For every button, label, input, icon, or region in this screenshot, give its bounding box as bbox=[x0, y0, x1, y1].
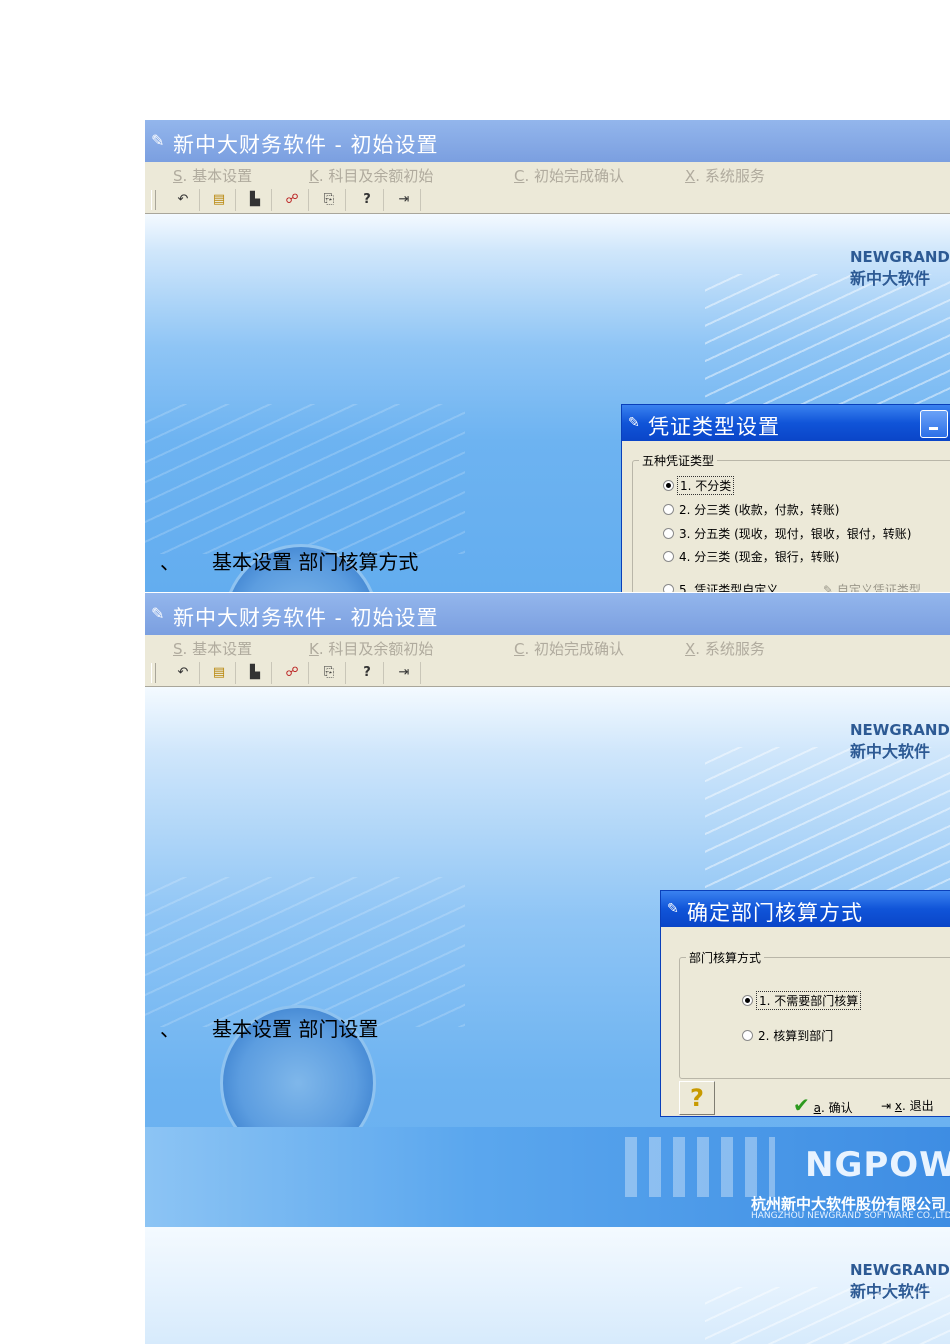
building-icon[interactable]: ▙ bbox=[239, 662, 272, 684]
group-label: 部门核算方式 bbox=[686, 949, 765, 966]
menu-system-service[interactable]: X. 系统服务 bbox=[685, 165, 765, 186]
group-label: 五种凭证类型 bbox=[639, 452, 718, 469]
radio-selected-icon[interactable] bbox=[663, 480, 674, 491]
dialog-title: 凭证类型设置 bbox=[648, 415, 780, 439]
brand-name: NGPOWER bbox=[805, 1145, 950, 1185]
app-icon: ✎ bbox=[151, 604, 165, 623]
exit-icon[interactable]: ⇥ bbox=[388, 189, 421, 211]
voucher-type-group: 五种凭证类型 1. 不分类 2. 分三类 (收款，付款，转账) 3. 分五类 (… bbox=[632, 452, 950, 592]
toolbar: ↶ ▤ ▙ ☍ ⎘ ? ⇥ bbox=[145, 659, 950, 687]
screenshot-1: ✎ 新中大财务软件 - 初始设置 S. 基本设置 K. 科目及余额初始 C. 初… bbox=[145, 120, 950, 592]
copy-icon[interactable]: ▤ bbox=[203, 189, 236, 211]
company-name-en: HANGZHOU NEWGRAND SOFTWARE CO.,LTD bbox=[751, 1211, 950, 1221]
confirm-button[interactable]: ✔ a. 确认 bbox=[793, 1093, 853, 1117]
banner-pattern bbox=[625, 1137, 775, 1197]
radio-icon[interactable] bbox=[663, 584, 674, 592]
menu-init-confirm[interactable]: C. 初始完成确认 bbox=[514, 638, 624, 659]
menu-system-service[interactable]: X. 系统服务 bbox=[685, 638, 765, 659]
toolbar-grip[interactable] bbox=[151, 190, 156, 210]
minimize-button[interactable] bbox=[920, 410, 948, 438]
radio-icon[interactable] bbox=[742, 1030, 753, 1041]
logo-en: NEWGRAND bbox=[850, 248, 950, 266]
logo-cn: 新中大软件 bbox=[850, 269, 931, 288]
app-icon: ✎ bbox=[151, 131, 165, 150]
exit-icon[interactable]: ⇥ bbox=[388, 662, 421, 684]
logo-cn: 新中大软件 bbox=[850, 742, 931, 761]
help-icon[interactable]: ? bbox=[351, 189, 384, 211]
radio-selected-icon[interactable] bbox=[742, 995, 753, 1006]
logo-en: NEWGRAND bbox=[850, 721, 950, 739]
paste-icon[interactable]: ⎘ bbox=[313, 189, 346, 211]
radio-icon[interactable] bbox=[663, 504, 674, 515]
menu-bar: S. 基本设置 K. 科目及余额初始 C. 初始完成确认 X. 系统服务 bbox=[145, 162, 950, 186]
department-accounting-group: 部门核算方式 1. 不需要部门核算 2. 核算到部门 bbox=[679, 949, 950, 1079]
caption-text: 基本设置 部门设置 bbox=[212, 1017, 379, 1041]
screenshot-2: ✎ 新中大财务软件 - 初始设置 S. 基本设置 K. 科目及余额初始 C. 初… bbox=[145, 593, 950, 1344]
minimize-icon bbox=[929, 427, 938, 430]
background-pattern bbox=[705, 1287, 950, 1344]
exit-button[interactable]: ⇥ x. 退出 bbox=[881, 1097, 934, 1114]
toolbar: ↶ ▤ ▙ ☍ ⎘ ? ⇥ bbox=[145, 186, 950, 214]
checkmark-icon: ✔ bbox=[793, 1093, 810, 1117]
menu-basic-settings[interactable]: S. 基本设置 bbox=[173, 165, 252, 186]
help-icon[interactable]: ? bbox=[351, 662, 384, 684]
title-bar: ✎ 新中大财务软件 - 初始设置 bbox=[145, 120, 950, 162]
window-title: 新中大财务软件 - 初始设置 bbox=[173, 606, 439, 630]
back-icon[interactable]: ↶ bbox=[167, 662, 200, 684]
toolbar-grip[interactable] bbox=[151, 663, 156, 683]
title-bar: ✎ 新中大财务软件 - 初始设置 bbox=[145, 593, 950, 635]
menu-accounts-balance[interactable]: K. 科目及余额初始 bbox=[309, 638, 433, 659]
help-button[interactable]: ? bbox=[679, 1081, 715, 1115]
radio-icon[interactable] bbox=[663, 551, 674, 562]
dialog-title: 确定部门核算方式 bbox=[687, 901, 863, 925]
caption-text: 基本设置 部门核算方式 bbox=[212, 550, 419, 574]
menu-basic-settings[interactable]: S. 基本设置 bbox=[173, 638, 252, 659]
pencil-icon: ✎ bbox=[823, 583, 837, 592]
next-screenshot-background: NEWGRAND 新中大软件 bbox=[145, 1227, 950, 1344]
logo-en: NEWGRAND bbox=[850, 1261, 950, 1279]
building-icon[interactable]: ▙ bbox=[239, 189, 272, 211]
dialog-icon: ✎ bbox=[628, 415, 640, 431]
help-icon: ? bbox=[690, 1084, 704, 1112]
menu-accounts-balance[interactable]: K. 科目及余额初始 bbox=[309, 165, 433, 186]
voucher-type-dialog: ✎ 凭证类型设置 五种凭证类型 1. 不分类 2. 分三类 (收款，付款，转账)… bbox=[621, 404, 950, 592]
department-accounting-dialog: ✎ 确定部门核算方式 部门核算方式 1. 不需要部门核算 2. 核算到部门 ? … bbox=[660, 890, 950, 1117]
custom-voucher-type-button[interactable]: ✎ 自定义凭证类型 bbox=[823, 581, 921, 592]
copy-icon[interactable]: ▤ bbox=[203, 662, 236, 684]
dialog-icon: ✎ bbox=[667, 901, 679, 917]
menu-init-confirm[interactable]: C. 初始完成确认 bbox=[514, 165, 624, 186]
exit-icon: ⇥ bbox=[881, 1099, 895, 1113]
paste-icon[interactable]: ⎘ bbox=[313, 662, 346, 684]
dialog-title-bar: ✎ 凭证类型设置 bbox=[622, 405, 950, 441]
window-title: 新中大财务软件 - 初始设置 bbox=[173, 133, 439, 157]
menu-bar: S. 基本设置 K. 科目及余额初始 C. 初始完成确认 X. 系统服务 bbox=[145, 635, 950, 659]
dialog-title-bar: ✎ 确定部门核算方式 bbox=[661, 891, 950, 927]
back-icon[interactable]: ↶ bbox=[167, 189, 200, 211]
company-banner: NGPOWER 杭州新中大软件股份有限公司 HANGZHOU NEWGRAND … bbox=[145, 1127, 950, 1227]
link-icon[interactable]: ☍ bbox=[276, 189, 309, 211]
background-pattern bbox=[145, 404, 465, 554]
link-icon[interactable]: ☍ bbox=[276, 662, 309, 684]
radio-icon[interactable] bbox=[663, 528, 674, 539]
